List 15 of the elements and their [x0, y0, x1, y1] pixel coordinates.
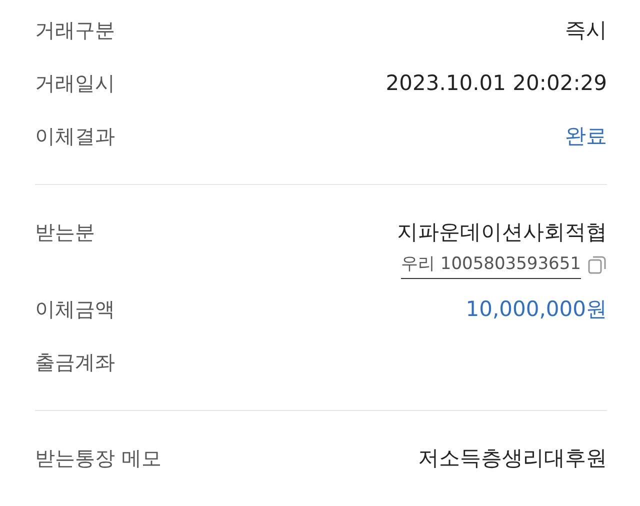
field-value: 즉시 [565, 17, 607, 44]
field-label: 거래일시 [35, 70, 115, 97]
field-label: 받는통장 메모 [35, 445, 162, 472]
account-number: 우리 1005803593651 [400, 252, 581, 278]
field-value: 2023.10.01 20:02:29 [386, 70, 607, 97]
field-label: 거래구분 [35, 17, 115, 44]
field-label: 이체결과 [35, 123, 115, 150]
field-label: 출금계좌 [35, 349, 115, 376]
field-value: 완료 [565, 123, 607, 150]
field-value: 저소득층생리대후원 [418, 445, 607, 472]
field-value: 지파운데이션사회적협 [397, 219, 607, 246]
field-value: 10,000,000원 [466, 296, 607, 323]
field-label: 이체금액 [35, 296, 115, 323]
field-label: 받는분 [35, 219, 95, 246]
copy-icon[interactable] [587, 255, 607, 275]
